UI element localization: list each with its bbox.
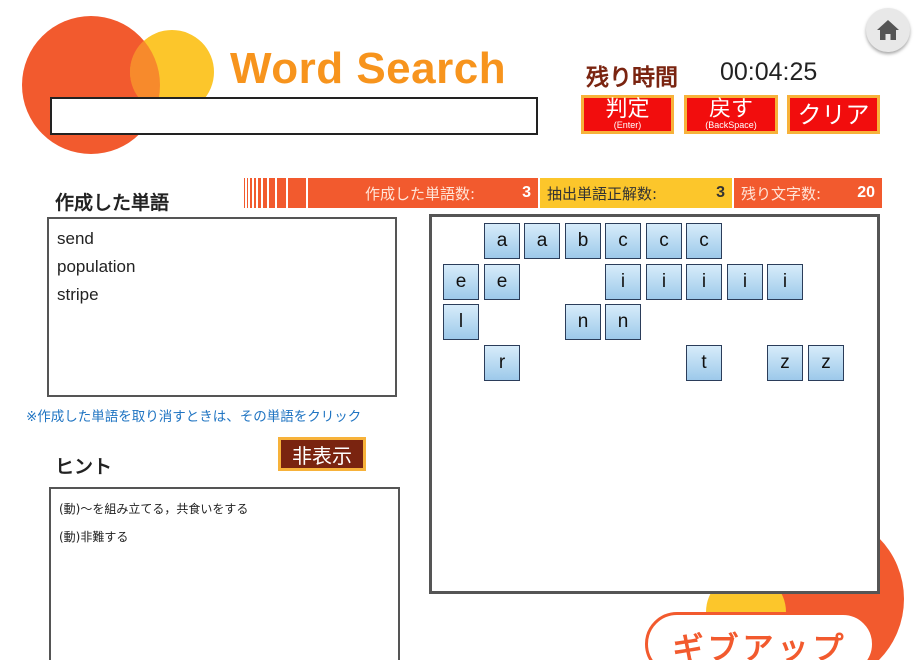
clear-button-label: クリア bbox=[797, 100, 870, 129]
hide-hint-button[interactable]: 非表示 bbox=[278, 437, 366, 471]
letter-tile[interactable]: i bbox=[727, 264, 763, 300]
letter-grid: aabccceeiiiiilnnrtzz bbox=[429, 214, 880, 594]
undo-button-label: 戻す bbox=[708, 97, 753, 122]
hint-heading: ヒント bbox=[55, 456, 113, 478]
letter-tile[interactable]: l bbox=[443, 304, 479, 340]
letter-tile[interactable]: i bbox=[646, 264, 682, 300]
timer-value: 00:04:25 bbox=[720, 58, 818, 86]
judge-button-shortcut: (Enter) bbox=[613, 120, 642, 130]
hint-item: (動)〜を組み立てる，共食いをする bbox=[59, 502, 249, 516]
stat-correct-label: 抽出単語正解数: bbox=[547, 184, 658, 203]
hint-item: (動)非難する bbox=[59, 530, 129, 544]
judge-button-label: 判定 bbox=[605, 97, 650, 122]
stat-remaining-label: 残り文字数: bbox=[741, 184, 822, 203]
home-icon bbox=[877, 20, 899, 40]
created-words-list: send population stripe bbox=[47, 217, 397, 397]
stat-correct-value: 3 bbox=[716, 184, 725, 201]
created-word-item[interactable]: send bbox=[57, 225, 387, 253]
stat-correct-words: 抽出単語正解数: 3 bbox=[540, 178, 732, 208]
letter-tile[interactable]: i bbox=[686, 264, 722, 300]
letter-tile[interactable]: r bbox=[484, 345, 520, 381]
letter-tile[interactable]: t bbox=[686, 345, 722, 381]
letter-tile[interactable]: c bbox=[686, 223, 722, 259]
letter-tile[interactable]: n bbox=[605, 304, 641, 340]
stat-remaining-value: 20 bbox=[857, 184, 875, 201]
undo-instruction-note: ※作成した単語を取り消すときは、その単語をクリック bbox=[26, 409, 362, 425]
app-title: Word Search bbox=[230, 44, 507, 93]
home-button[interactable] bbox=[866, 8, 910, 52]
letter-tile[interactable]: z bbox=[767, 345, 803, 381]
hint-box: (動)〜を組み立てる，共食いをする (動)非難する bbox=[49, 487, 400, 660]
clear-button[interactable]: クリア bbox=[787, 95, 880, 134]
letter-tile[interactable]: e bbox=[443, 264, 479, 300]
timer-label: 残り時間 bbox=[586, 65, 678, 91]
letter-tile[interactable]: b bbox=[565, 223, 601, 259]
answer-input[interactable] bbox=[50, 97, 538, 135]
letter-tile[interactable]: i bbox=[767, 264, 803, 300]
created-words-heading: 作成した単語 bbox=[55, 192, 170, 214]
stat-created-label: 作成した単語数: bbox=[365, 184, 476, 203]
letter-tile[interactable]: n bbox=[565, 304, 601, 340]
stat-created-value: 3 bbox=[522, 184, 531, 201]
letter-tile[interactable]: i bbox=[605, 264, 641, 300]
letter-tile[interactable]: a bbox=[524, 223, 560, 259]
letter-tile[interactable]: c bbox=[646, 223, 682, 259]
undo-button[interactable]: 戻す (BackSpace) bbox=[684, 95, 778, 134]
stat-created-words: 作成した単語数: 3 bbox=[358, 178, 538, 208]
give-up-button[interactable]: ギブアップ bbox=[645, 612, 875, 660]
stat-remaining-letters: 残り文字数: 20 bbox=[734, 178, 882, 208]
letter-tile[interactable]: z bbox=[808, 345, 844, 381]
created-word-item[interactable]: stripe bbox=[57, 281, 387, 309]
letter-tile[interactable]: e bbox=[484, 264, 520, 300]
decorative-stripes bbox=[244, 178, 358, 208]
undo-button-shortcut: (BackSpace) bbox=[705, 120, 757, 130]
created-word-item[interactable]: population bbox=[57, 253, 387, 281]
letter-tile[interactable]: a bbox=[484, 223, 520, 259]
judge-button[interactable]: 判定 (Enter) bbox=[581, 95, 674, 134]
letter-tile[interactable]: c bbox=[605, 223, 641, 259]
